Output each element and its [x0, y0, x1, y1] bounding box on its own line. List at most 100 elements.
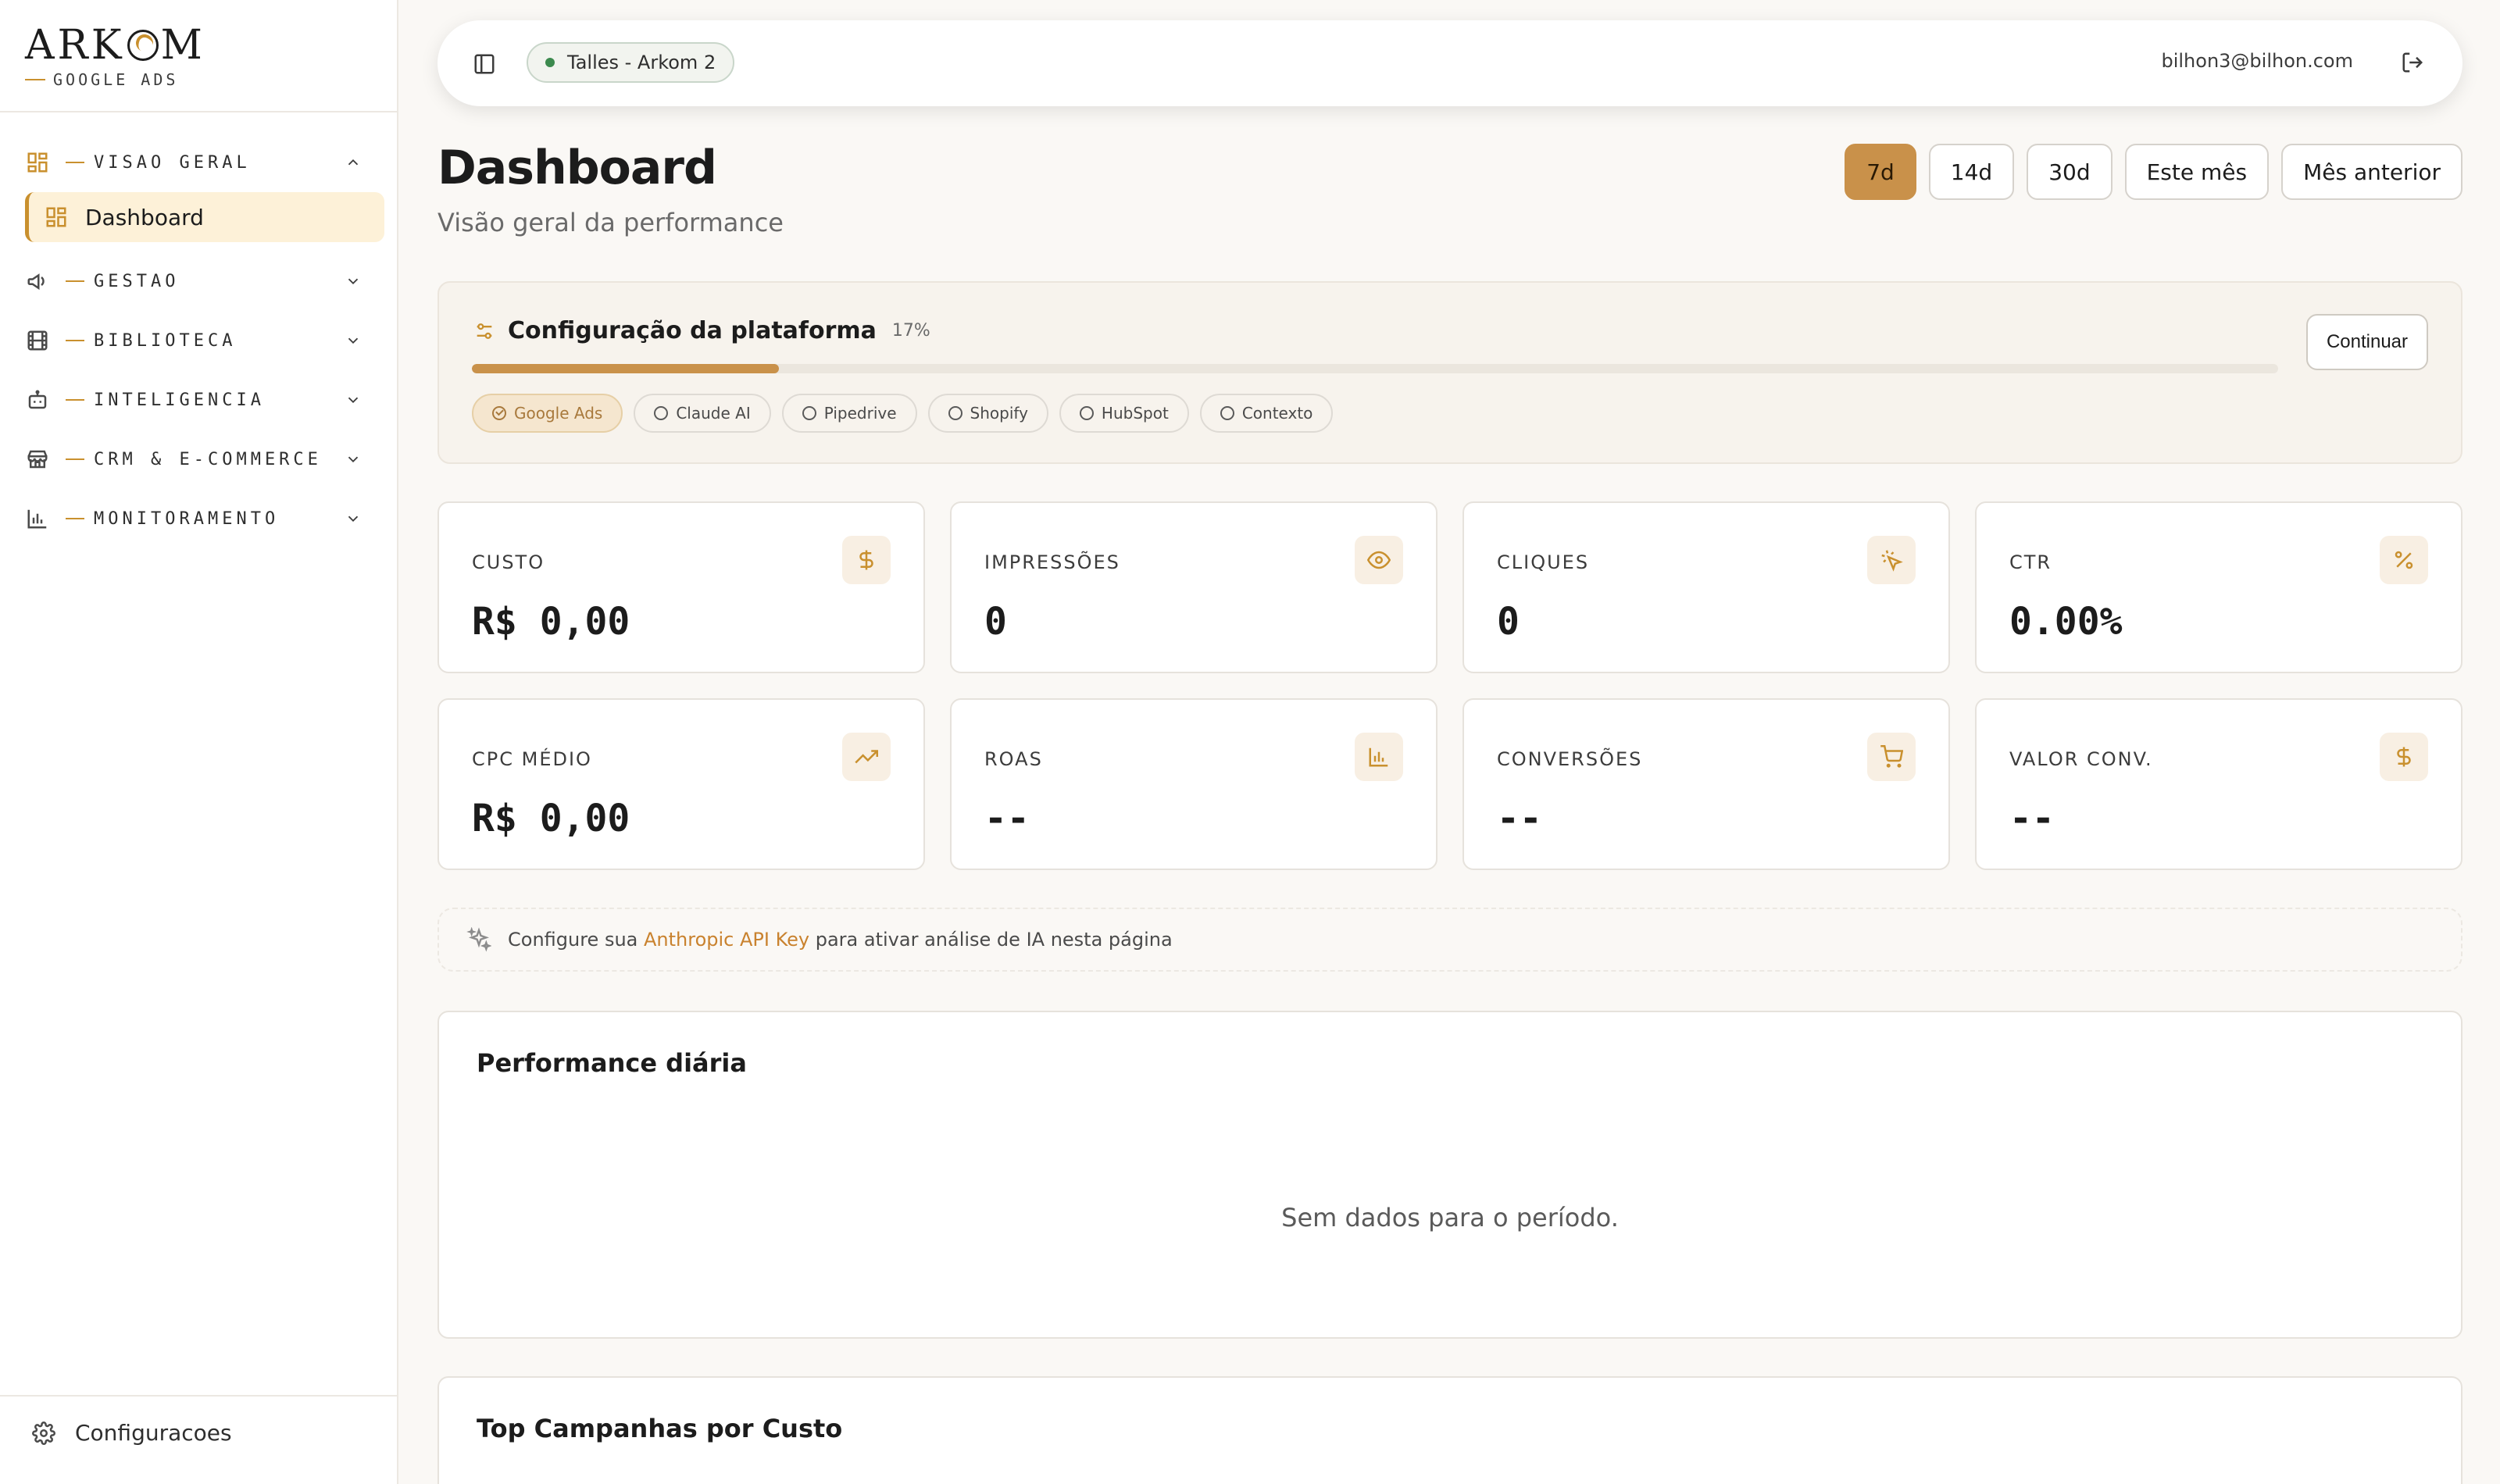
step-chip-pipedrive[interactable]: Pipedrive [781, 394, 917, 433]
top-bar: Talles - Arkom 2 bilhon3@bilhon.com [438, 20, 2462, 106]
circle-icon [1220, 406, 1234, 420]
sidebar-item-label: Dashboard [85, 204, 204, 230]
sidebar-divider [0, 111, 398, 112]
setup-progress-bar [472, 364, 2278, 373]
percent-icon [2380, 536, 2428, 584]
step-chip-hubspot[interactable]: HubSpot [1059, 394, 1189, 433]
range-last-month-button[interactable]: Mês anterior [2281, 144, 2462, 200]
step-label: HubSpot [1101, 404, 1169, 423]
kpi-value: R$ 0,00 [472, 600, 630, 644]
range-30d-button[interactable]: 30d [2027, 144, 2112, 200]
ai-notice-suffix: para ativar análise de IA nesta página [809, 929, 1173, 951]
brand-subtitle-row: GOOGLE ADS [25, 70, 205, 89]
sliders-icon [472, 319, 497, 344]
kpi-label: CUSTO [472, 551, 545, 573]
brand-subtitle: GOOGLE ADS [53, 70, 179, 89]
kpi-label: IMPRESSÕES [984, 551, 1120, 573]
kpi-label: CONVERSÕES [1497, 748, 1643, 770]
setup-progress-fill [472, 364, 780, 373]
nav-group-label: VISAO GERAL [94, 152, 251, 173]
setup-steps: Google Ads Claude AI Pipedrive Shopify H… [472, 394, 1334, 433]
trending-up-icon [842, 733, 891, 781]
setup-header: Configuração da plataforma 17% [472, 317, 930, 344]
brand-logo[interactable]: ARK M GOOGLE ADS [25, 22, 205, 89]
nav-group-label: INTELIGENCIA [94, 390, 265, 410]
kpi-card-roas: ROAS -- [950, 698, 1438, 870]
step-label: Google Ads [514, 404, 603, 423]
range-7d-button[interactable]: 7d [1845, 144, 1916, 200]
user-email: bilhon3@bilhon.com [2161, 50, 2353, 72]
settings-link[interactable]: Configuracoes [31, 1420, 232, 1446]
step-label: Claude AI [676, 404, 751, 423]
kpi-value: -- [2009, 797, 2055, 840]
range-14d-button[interactable]: 14d [1928, 144, 2015, 200]
range-this-month-button[interactable]: Este mês [2124, 144, 2270, 200]
chevron-down-icon[interactable] [341, 387, 366, 412]
kpi-label: VALOR CONV. [2009, 748, 2153, 770]
sidebar: ARK M GOOGLE ADS VISAO GERAL Dashboard G… [0, 0, 398, 1484]
kpi-value: 0.00% [2009, 600, 2123, 644]
chevron-down-icon[interactable] [341, 506, 366, 531]
kpi-label: CLIQUES [1497, 551, 1590, 573]
step-chip-contexto[interactable]: Contexto [1199, 394, 1334, 433]
bot-icon [25, 387, 50, 412]
nav-group-biblioteca[interactable]: BIBLIOTECA [25, 311, 384, 370]
kpi-card-valor-conv: VALOR CONV. -- [1975, 698, 2462, 870]
nav-group-label: GESTAO [94, 271, 180, 291]
nav-dash [66, 340, 84, 341]
nav-group-visao-geral[interactable]: VISAO GERAL [25, 133, 384, 192]
kpi-value: 0 [1497, 600, 1520, 644]
step-chip-shopify[interactable]: Shopify [927, 394, 1048, 433]
anthropic-api-key-link[interactable]: Anthropic API Key [644, 929, 809, 951]
nav-group-label: CRM & E-COMMERCE [94, 449, 322, 469]
kpi-card-conversoes: CONVERSÕES -- [1462, 698, 1950, 870]
dollar-icon [842, 536, 891, 584]
sparkles-icon [466, 926, 492, 953]
chevron-down-icon[interactable] [341, 328, 366, 353]
nav-group-inteligencia[interactable]: INTELIGENCIA [25, 370, 384, 430]
brand-wordmark: ARK M [25, 22, 205, 69]
step-chip-claude-ai[interactable]: Claude AI [634, 394, 771, 433]
kpi-card-ctr: CTR 0.00% [1975, 501, 2462, 673]
chevron-down-icon[interactable] [341, 269, 366, 294]
nav-dash [66, 399, 84, 401]
kpi-value: -- [1497, 797, 1542, 840]
nav-dash [66, 518, 84, 519]
nav-group-gestao[interactable]: GESTAO [25, 251, 384, 311]
kpi-value: -- [984, 797, 1030, 840]
nav-group-label: MONITORAMENTO [94, 508, 280, 529]
eye-icon [1355, 536, 1403, 584]
chevron-up-icon[interactable] [341, 150, 366, 175]
chevron-down-icon[interactable] [341, 447, 366, 472]
sidebar-toggle-icon[interactable] [470, 50, 498, 78]
account-status-dot [545, 58, 555, 67]
continue-button[interactable]: Continuar [2305, 314, 2428, 370]
pointer-click-icon [1867, 536, 1916, 584]
dollar-icon [2380, 733, 2428, 781]
store-icon [25, 447, 50, 472]
kpi-label: ROAS [984, 748, 1043, 770]
nav-group-monitoramento[interactable]: MONITORAMENTO [25, 489, 384, 548]
page-subtitle: Visão geral da performance [438, 208, 784, 237]
platform-setup-card: Configuração da plataforma 17% Continuar… [438, 281, 2462, 464]
kpi-label: CPC MÉDIO [472, 748, 592, 770]
kpi-card-cpc-medio: CPC MÉDIO R$ 0,00 [438, 698, 925, 870]
account-selector[interactable]: Talles - Arkom 2 [527, 42, 735, 83]
step-chip-google-ads[interactable]: Google Ads [472, 394, 623, 433]
circle-icon [948, 406, 962, 420]
brand-name-suffix: M [160, 22, 205, 69]
logout-icon[interactable] [2398, 48, 2427, 77]
step-label: Pipedrive [823, 404, 897, 423]
cart-icon [1867, 733, 1916, 781]
account-name: Talles - Arkom 2 [567, 52, 716, 73]
step-label: Shopify [970, 404, 1028, 423]
megaphone-icon [25, 269, 50, 294]
brand-dash [25, 79, 45, 80]
ai-setup-notice: Configure sua Anthropic API Key para ati… [438, 908, 2462, 972]
sidebar-item-dashboard[interactable]: Dashboard [25, 192, 384, 242]
nav-dash [66, 162, 84, 163]
sidebar-nav: VISAO GERAL Dashboard GESTAO BIBLIOTECA … [25, 133, 384, 548]
film-icon [25, 328, 50, 353]
brand-o-mark [127, 30, 159, 61]
nav-group-crm-ecommerce[interactable]: CRM & E-COMMERCE [25, 430, 384, 489]
